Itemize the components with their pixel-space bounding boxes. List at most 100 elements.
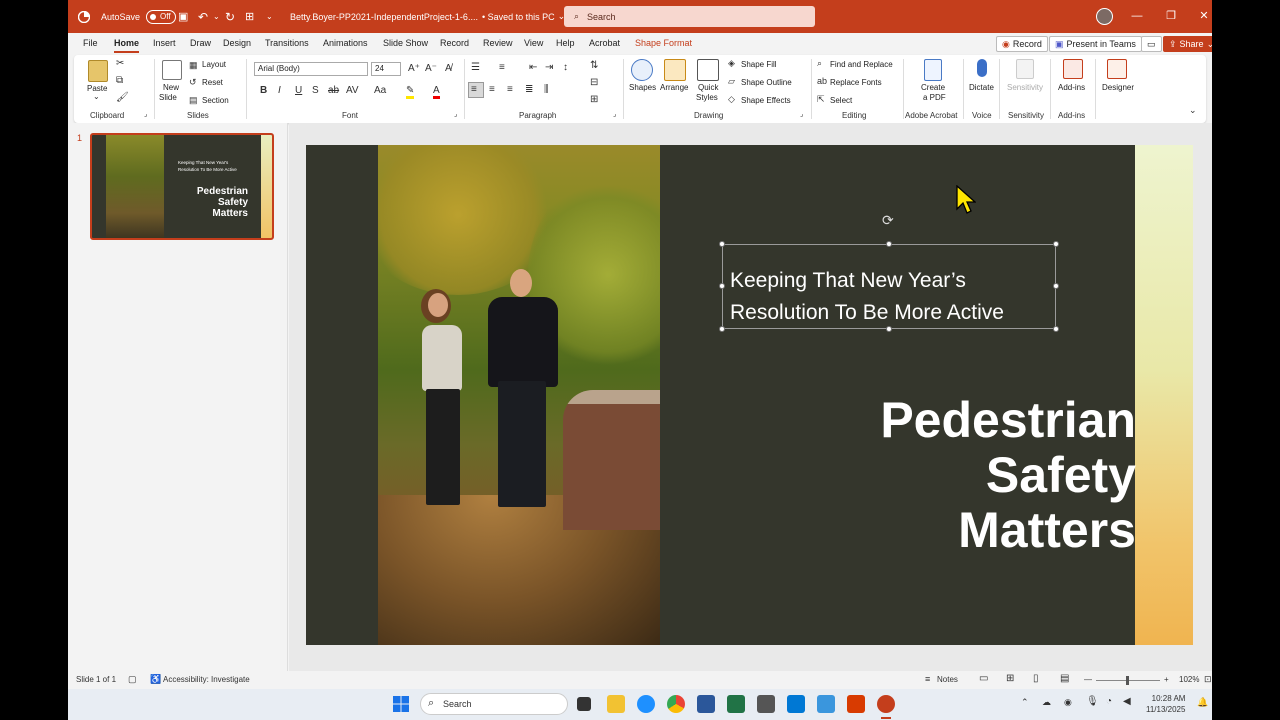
arrange-button[interactable]: Arrange [660, 83, 688, 92]
font-launcher-icon[interactable]: ⌟ [454, 110, 457, 118]
create-pdf-label-1[interactable]: Create [921, 83, 945, 92]
zoom-out-icon[interactable]: — [1084, 675, 1092, 684]
bullets-icon[interactable]: ☰ [471, 62, 480, 73]
minimize-icon[interactable]: — [1130, 9, 1144, 23]
reading-view-icon[interactable]: ▯ [1033, 673, 1039, 684]
undo-icon[interactable]: ↶ [198, 0, 208, 33]
paragraph-launcher-icon[interactable]: ⌟ [613, 110, 616, 118]
shapes-button[interactable]: Shapes [629, 83, 656, 92]
tab-record[interactable]: Record [440, 38, 469, 48]
share-button[interactable]: ⇪ Share ⌄ [1163, 36, 1212, 52]
restore-icon[interactable]: ❐ [1164, 9, 1178, 23]
file-explorer-icon[interactable] [607, 695, 625, 713]
tab-design[interactable]: Design [223, 38, 251, 48]
justify-icon[interactable]: ≣ [525, 84, 533, 95]
volume-icon[interactable]: ◀ [1123, 696, 1131, 707]
title-search-box[interactable]: ⌕ Search [564, 6, 815, 27]
decrease-indent-icon[interactable]: ⇤ [529, 62, 537, 73]
shape-effects-button[interactable]: Shape Effects [741, 96, 791, 105]
accessibility-status[interactable]: Accessibility: Investigate [163, 675, 250, 684]
drawing-launcher-icon[interactable]: ⌟ [800, 110, 803, 118]
microphone-icon[interactable]: 🎙 [1086, 696, 1099, 707]
quick-styles-label-1[interactable]: Quick [698, 83, 718, 92]
align-center-icon[interactable]: ≡ [489, 84, 495, 95]
underline-icon[interactable]: U [295, 85, 302, 96]
snipping-tool-icon[interactable] [757, 695, 775, 713]
quick-styles-icon[interactable] [697, 59, 719, 81]
sensitivity-button[interactable]: Sensitivity [1007, 83, 1043, 92]
comments-icon[interactable]: ▭ [1141, 36, 1162, 52]
record-button[interactable]: ◉ Record [996, 36, 1048, 52]
smartart-icon[interactable]: ⊞ [590, 94, 598, 105]
bold-icon[interactable]: B [260, 85, 267, 96]
arrange-icon[interactable] [664, 59, 686, 81]
save-icon[interactable]: ▣ [178, 0, 188, 33]
edge-icon[interactable] [637, 695, 655, 713]
slide-thumbnail[interactable]: Keeping That New Year's Resolution To Be… [90, 133, 274, 240]
create-pdf-label-2[interactable]: a PDF [923, 93, 946, 102]
shadow-icon[interactable]: S [312, 85, 319, 96]
fit-to-window-icon[interactable]: ⊡ [1204, 674, 1212, 685]
present-in-teams-button[interactable]: ▣ Present in Teams [1049, 36, 1142, 52]
outlook-icon[interactable] [787, 695, 805, 713]
tab-draw[interactable]: Draw [190, 38, 211, 48]
dictate-button[interactable]: Dictate [969, 83, 994, 92]
designer-button[interactable]: Designer [1102, 83, 1134, 92]
line-spacing-icon[interactable]: ↕ [563, 62, 568, 73]
spelling-icon[interactable]: ▢ [128, 674, 137, 685]
notes-button[interactable]: Notes [937, 675, 958, 684]
character-spacing-icon[interactable]: AV [346, 85, 359, 96]
task-view-icon[interactable] [577, 697, 591, 711]
tab-animations[interactable]: Animations [323, 38, 368, 48]
designer-icon[interactable] [1107, 59, 1127, 79]
shapes-icon[interactable] [631, 59, 653, 81]
tab-file[interactable]: File [83, 38, 98, 48]
redo-icon[interactable]: ↻ [225, 0, 235, 33]
strikethrough-icon[interactable]: ab [328, 85, 339, 96]
windows-start-icon[interactable] [393, 696, 409, 712]
rotate-handle-icon[interactable]: ⟳ [882, 212, 894, 229]
zoom-level[interactable]: 102% [1179, 675, 1199, 684]
app-s-red-icon[interactable] [847, 695, 865, 713]
clock[interactable]: 10:28 AM 11/13/2025 [1146, 693, 1185, 715]
paste-dropdown-icon[interactable]: ⌄ [93, 92, 100, 101]
dictate-icon[interactable] [977, 59, 987, 77]
increase-indent-icon[interactable]: ⇥ [545, 62, 553, 73]
clear-formatting-icon[interactable]: A̸ [445, 63, 452, 74]
onedrive-icon[interactable]: ☁ [1042, 697, 1051, 708]
increase-font-icon[interactable]: A⁺ [408, 63, 420, 74]
new-slide-label-2[interactable]: Slide [159, 93, 177, 102]
saved-status[interactable]: • Saved to this PC [482, 12, 555, 22]
tab-transitions[interactable]: Transitions [265, 38, 309, 48]
font-size-dropdown[interactable]: 24 [371, 62, 401, 76]
word-icon[interactable] [697, 695, 715, 713]
reset-button[interactable]: Reset [202, 78, 223, 87]
avatar[interactable] [1096, 8, 1113, 25]
tab-shape-format[interactable]: Shape Format [635, 38, 692, 48]
add-ins-button[interactable]: Add-ins [1058, 83, 1085, 92]
tab-view[interactable]: View [524, 38, 543, 48]
collapse-ribbon-icon[interactable]: ⌄ [1189, 105, 1197, 116]
resize-handle[interactable] [1053, 241, 1059, 247]
find-and-replace-button[interactable]: Find and Replace [830, 60, 893, 69]
resize-handle[interactable] [1053, 283, 1059, 289]
font-name-dropdown[interactable]: Arial (Body) [254, 62, 368, 76]
shape-fill-button[interactable]: Shape Fill [741, 60, 777, 69]
slide-canvas[interactable]: ⟳ Keeping That New Year’s Resolution To … [306, 145, 1193, 645]
text-direction-icon[interactable]: ⇅ [590, 60, 598, 71]
new-slide-label-1[interactable]: New [163, 83, 179, 92]
slide-title[interactable]: Pedestrian Safety Matters [880, 393, 1136, 558]
show-hidden-icons-icon[interactable]: ⌃ [1021, 697, 1029, 708]
chrome-icon[interactable] [667, 695, 685, 713]
align-text-icon[interactable]: ⊟ [590, 77, 598, 88]
decrease-font-icon[interactable]: A⁻ [425, 63, 437, 74]
change-case-icon[interactable]: Aa [374, 85, 386, 96]
tab-review[interactable]: Review [483, 38, 513, 48]
italic-icon[interactable]: I [278, 85, 281, 96]
resize-handle[interactable] [719, 283, 725, 289]
quick-styles-label-2[interactable]: Styles [696, 93, 718, 102]
close-icon[interactable]: ✕ [1197, 9, 1211, 23]
create-pdf-icon[interactable] [924, 59, 942, 81]
autosave-toggle[interactable]: Off [146, 9, 177, 24]
copy-icon[interactable]: ⧉ [116, 75, 123, 86]
